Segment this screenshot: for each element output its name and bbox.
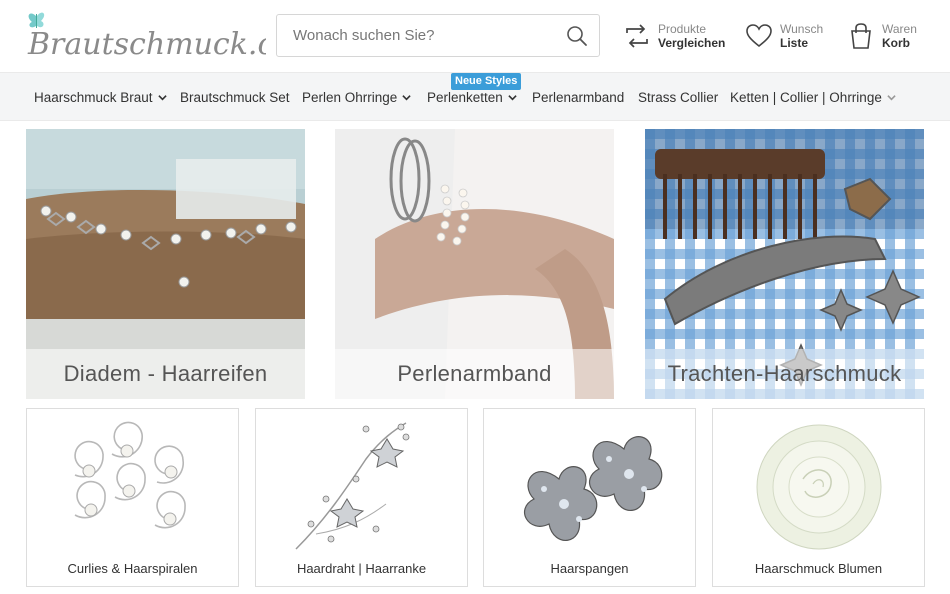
- search-box: [276, 14, 600, 57]
- search-button[interactable]: [565, 24, 589, 48]
- nav-item-label: Ketten | Collier | Ohrringe: [730, 90, 882, 105]
- cart-label-2: Korb: [882, 36, 910, 50]
- barrette-image: [523, 436, 663, 541]
- curlies-image: [74, 421, 186, 529]
- category-label: Haarspangen: [550, 561, 629, 576]
- nav-item-brautschmuck-set[interactable]: Brautschmuck Set: [180, 90, 290, 105]
- site-logo[interactable]: Brautschmuck.org: [22, 8, 309, 64]
- compare-label-1: Produkte: [658, 22, 707, 36]
- hair-vine-image: [295, 422, 410, 550]
- nav-item-perlenketten[interactable]: Perlenketten: [427, 90, 517, 105]
- search-input[interactable]: [277, 15, 547, 56]
- nav-item-perlenarmband[interactable]: Perlenarmband: [532, 90, 624, 105]
- shopping-bag-icon: [851, 23, 871, 49]
- wishlist-label-2: Liste: [780, 36, 809, 50]
- category-haarspangen[interactable]: Haarspangen: [483, 408, 696, 587]
- nav-item-perlen-ohrringe[interactable]: Perlen Ohrringe: [302, 90, 411, 105]
- logo-text: Brautschmuck.org: [27, 27, 266, 62]
- site-header: Brautschmuck.org Produkte Vergleichen W: [0, 0, 950, 72]
- category-label: Haardraht | Haarranke: [296, 561, 427, 576]
- nav-item-label: Perlenarmband: [532, 90, 625, 105]
- category-label: Haarschmuck Blumen: [754, 561, 883, 576]
- banner-caption: Diadem - Haarreifen: [63, 361, 268, 386]
- nav-item-label: Perlen Ohrringe: [302, 90, 398, 105]
- compare-products-button[interactable]: Produkte Vergleichen: [622, 18, 725, 54]
- category-haardraht[interactable]: Haardraht | Haarranke: [255, 408, 468, 587]
- nav-item-label: Perlenketten: [427, 90, 503, 105]
- cart-button[interactable]: Waren Korb: [846, 18, 917, 54]
- logo-graphic: Brautschmuck.org: [27, 12, 309, 62]
- search-icon: [567, 26, 587, 46]
- compare-icon: [626, 24, 648, 48]
- category-haarschmuck-blumen[interactable]: Haarschmuck Blumen: [712, 408, 925, 587]
- chevron-down-icon: [157, 95, 167, 101]
- category-label: Curlies & Haarspiralen: [67, 561, 198, 576]
- wishlist-label-1: Wunsch: [780, 22, 824, 36]
- nav-item-strass-collier[interactable]: Strass Collier: [638, 90, 718, 105]
- heart-icon: [746, 24, 772, 48]
- new-styles-badge: Neue Styles: [451, 73, 522, 90]
- nav-item-label: Brautschmuck Set: [180, 90, 290, 105]
- category-curlies[interactable]: Curlies & Haarspiralen: [26, 408, 239, 587]
- nav-item-label: Haarschmuck Braut: [34, 90, 153, 105]
- banner-caption: Trachten-Haarschmuck: [667, 361, 902, 386]
- nav-item-haarschmuck-braut[interactable]: Haarschmuck Braut: [34, 90, 167, 105]
- banner-trachten-haarschmuck[interactable]: Trachten-Haarschmuck: [645, 129, 924, 399]
- cart-label-1: Waren: [882, 22, 917, 36]
- banner-perlenarmband[interactable]: Perlenarmband: [335, 129, 614, 399]
- flower-image: [756, 424, 882, 550]
- nav-item-label: Strass Collier: [638, 90, 719, 105]
- nav-item-ketten-collier-ohrringe[interactable]: Ketten | Collier | Ohrringe: [730, 90, 896, 105]
- chevron-down-icon: [887, 95, 896, 101]
- banner-caption: Perlenarmband: [397, 361, 552, 386]
- banner-diadem[interactable]: Diadem - Haarreifen: [26, 129, 305, 399]
- chevron-down-icon: [402, 95, 411, 101]
- wishlist-button[interactable]: Wunsch Liste: [744, 18, 823, 54]
- chevron-down-icon: [508, 95, 517, 101]
- compare-label-2: Vergleichen: [658, 36, 726, 50]
